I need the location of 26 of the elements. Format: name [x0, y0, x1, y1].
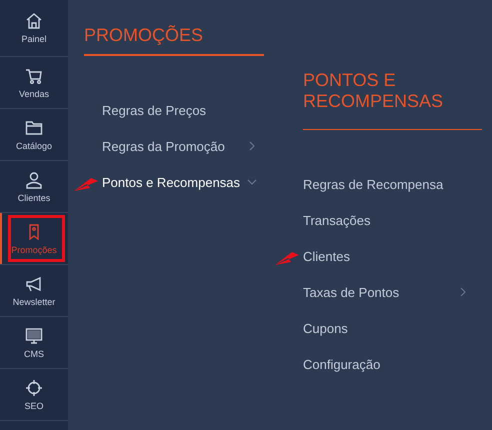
panel-title: PONTOS E RECOMPENSAS [303, 69, 444, 112]
sidebar-item[interactable]: Newsletter [0, 265, 68, 317]
menu-item[interactable]: Cupons [303, 320, 348, 336]
highlight-frame [8, 215, 65, 262]
monitor-icon [25, 326, 43, 344]
home-icon [25, 12, 43, 30]
menu-item[interactable]: Taxas de Pontos [303, 284, 400, 300]
menu-item[interactable]: Regras de Recompensa [303, 176, 444, 192]
menu-item[interactable]: Transações [303, 212, 370, 228]
sidebar-item[interactable]: Catálogo [0, 109, 68, 161]
folder-icon [25, 118, 43, 136]
menu-item[interactable]: Regras da Promoção [102, 138, 225, 154]
menu-item[interactable]: Clientes [303, 248, 350, 264]
sidebar-item[interactable]: Vendas [0, 57, 68, 109]
crosshair-icon [25, 378, 43, 396]
sidebar-item[interactable]: Painel [0, 0, 68, 57]
panel-title: PROMOÇÕES [84, 24, 204, 46]
megaphone-icon [25, 274, 43, 292]
cart-icon [25, 66, 43, 84]
sidebar-item[interactable]: Clientes [0, 161, 68, 213]
menu-item[interactable]: Regras de Preços [102, 102, 206, 118]
sidebar-item[interactable]: SEO [0, 369, 68, 421]
menu-item[interactable]: Pontos e Recompensas [102, 174, 240, 190]
sidebar-item[interactable]: CMS [0, 317, 68, 369]
menu-item[interactable]: Configuração [303, 356, 380, 372]
person-icon [25, 170, 43, 188]
